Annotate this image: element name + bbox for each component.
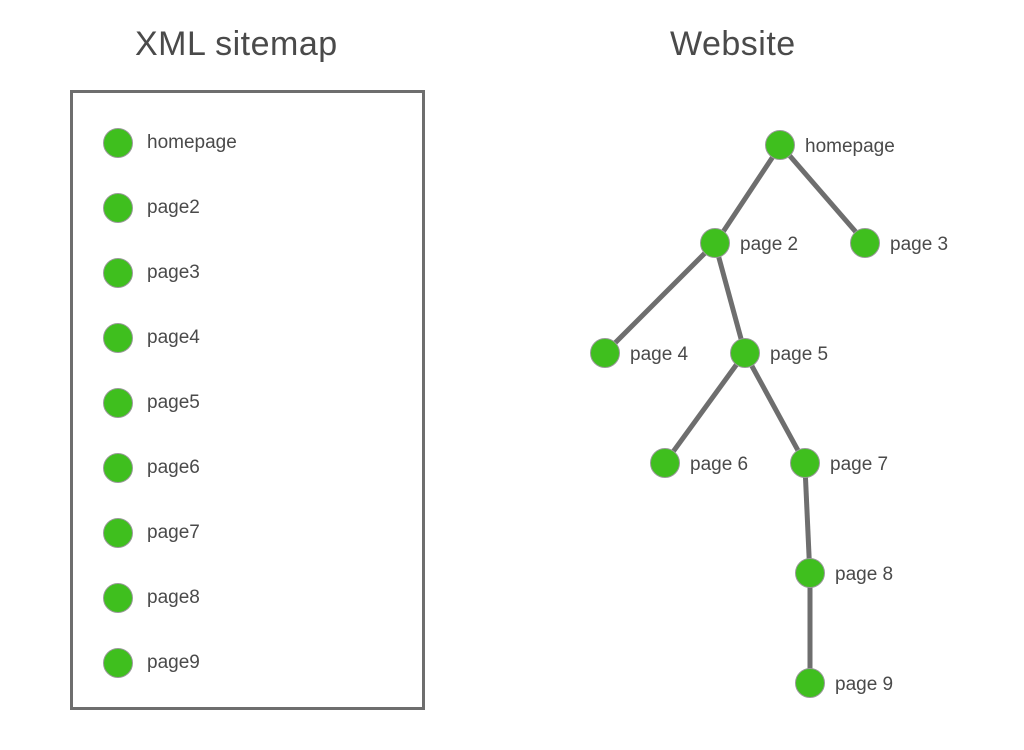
tree-node-label: page 8 bbox=[835, 564, 893, 586]
tree-node-label: page 9 bbox=[835, 674, 893, 696]
sitemap-item-label: page6 bbox=[147, 457, 200, 479]
sitemap-box: homepage page2 page3 page4 page5 page6 page7 pa… bbox=[70, 90, 425, 710]
tree-node-icon bbox=[700, 228, 730, 258]
tree-node-icon bbox=[850, 228, 880, 258]
sitemap-item-label: page2 bbox=[147, 197, 200, 219]
tree-node-icon bbox=[790, 448, 820, 478]
page-node-icon bbox=[103, 388, 133, 418]
tree-node-icon bbox=[730, 338, 760, 368]
sitemap-item-label: page8 bbox=[147, 587, 200, 609]
tree-edge bbox=[803, 467, 813, 568]
sitemap-item-label: page4 bbox=[147, 327, 200, 349]
tree-node-icon bbox=[795, 668, 825, 698]
page-node-icon bbox=[103, 128, 133, 158]
website-title: Website bbox=[670, 25, 796, 64]
page-node-icon bbox=[103, 453, 133, 483]
sitemap-item-label: page7 bbox=[147, 522, 200, 544]
sitemap-item: homepage bbox=[103, 128, 237, 158]
sitemap-item: page4 bbox=[103, 323, 200, 353]
tree-node-label: page 3 bbox=[890, 234, 948, 256]
sitemap-item: page7 bbox=[103, 518, 200, 548]
tree-node-label: homepage bbox=[805, 136, 895, 158]
page-node-icon bbox=[103, 648, 133, 678]
page-node-icon bbox=[103, 193, 133, 223]
sitemap-item: page8 bbox=[103, 583, 200, 613]
tree-node-icon bbox=[650, 448, 680, 478]
tree-node-label: page 2 bbox=[740, 234, 798, 256]
sitemap-item: page5 bbox=[103, 388, 200, 418]
tree-node-icon bbox=[795, 558, 825, 588]
tree-edge bbox=[808, 578, 813, 679]
sitemap-item-label: homepage bbox=[147, 132, 237, 154]
tree-edge bbox=[745, 356, 805, 460]
tree-node-icon bbox=[765, 130, 795, 160]
tree-node-label: page 7 bbox=[830, 454, 888, 476]
tree-edge bbox=[606, 244, 713, 351]
page-node-icon bbox=[103, 258, 133, 288]
page-node-icon bbox=[103, 583, 133, 613]
sitemap-title: XML sitemap bbox=[135, 25, 338, 64]
sitemap-item: page2 bbox=[103, 193, 200, 223]
tree-node-label: page 5 bbox=[770, 344, 828, 366]
tree-edge bbox=[715, 147, 779, 240]
page-node-icon bbox=[103, 518, 133, 548]
tree-edge bbox=[666, 355, 745, 461]
tree-node-icon bbox=[590, 338, 620, 368]
tree-node-label: page 6 bbox=[690, 454, 748, 476]
sitemap-item-label: page5 bbox=[147, 392, 200, 414]
sitemap-item: page9 bbox=[103, 648, 200, 678]
page-node-icon bbox=[103, 323, 133, 353]
sitemap-item-label: page9 bbox=[147, 652, 200, 674]
sitemap-item-label: page3 bbox=[147, 262, 200, 284]
sitemap-item: page6 bbox=[103, 453, 200, 483]
tree-edge bbox=[714, 247, 746, 350]
sitemap-item: page3 bbox=[103, 258, 200, 288]
tree-node-label: page 4 bbox=[630, 344, 688, 366]
tree-edge bbox=[781, 147, 864, 241]
diagram-root: { "titles": { "sitemap": "XML sitemap", … bbox=[0, 0, 1024, 750]
